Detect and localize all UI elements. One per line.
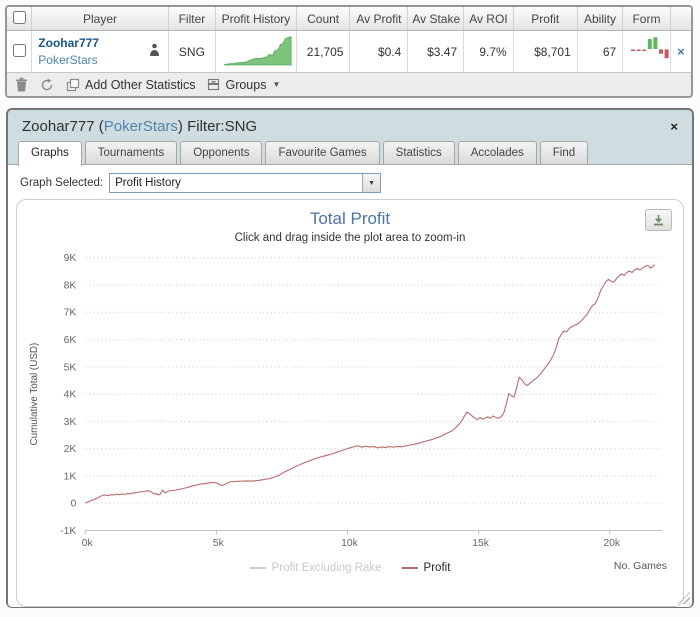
svg-text:6K: 6K [64, 335, 77, 346]
remove-row-button[interactable]: × [677, 44, 685, 59]
profit-history-sparkline [224, 35, 292, 66]
profit-history-cell [215, 30, 297, 73]
legend-profit[interactable]: Profit [401, 562, 451, 574]
col-ability[interactable]: Ability [577, 7, 624, 31]
tab-bar: Graphs Tournaments Opponents Favourite G… [8, 141, 692, 166]
form-mini-chart [631, 37, 669, 59]
svg-text:4K: 4K [64, 390, 77, 401]
av-profit-cell: $0.4 [349, 30, 409, 73]
av-roi-cell: 9.7% [463, 30, 514, 73]
delete-button[interactable] [15, 77, 28, 92]
player-site-link[interactable]: PokerStars [38, 53, 99, 67]
legend-swatch-rake [249, 567, 266, 569]
svg-text:1K: 1K [64, 471, 77, 482]
player-name-link[interactable]: Zoohar777 [38, 36, 99, 50]
tab-favourite-games[interactable]: Favourite Games [265, 141, 380, 164]
svg-text:5k: 5k [213, 538, 225, 549]
svg-text:5K: 5K [64, 362, 77, 373]
trash-icon [16, 77, 27, 92]
ability-cell: 67 [577, 30, 624, 73]
col-profit[interactable]: Profit [513, 7, 578, 31]
player-cell-names: Zoohar777 PokerStars [38, 36, 99, 67]
select-all-checkbox[interactable] [12, 10, 26, 24]
svg-text:20k: 20k [603, 538, 621, 549]
svg-text:15k: 15k [472, 538, 490, 549]
count-cell: 21,705 [296, 30, 351, 73]
tab-tournaments[interactable]: Tournaments [84, 141, 178, 164]
screen: Player Filter Profit History Count Av Pr… [0, 0, 700, 617]
svg-text:Cumulative Total (USD): Cumulative Total (USD) [29, 343, 40, 446]
groups-button[interactable]: Groups ▼ [207, 78, 280, 92]
refresh-icon [41, 78, 53, 90]
player-summary-panel: Player Filter Profit History Count Av Pr… [5, 5, 693, 98]
tab-find[interactable]: Find [539, 141, 589, 164]
col-player[interactable]: Player [31, 7, 169, 31]
chart-subtitle: Click and drag inside the plot area to z… [234, 232, 466, 244]
table-toolbar: Add Other Statistics Groups ▼ [7, 73, 691, 96]
col-av-profit[interactable]: Av Profit [349, 7, 409, 31]
groups-label: Groups [225, 77, 267, 92]
add-other-statistics-label: Add Other Statistics [85, 77, 196, 92]
svg-text:8K: 8K [64, 280, 77, 291]
export-chart-button[interactable] [645, 209, 672, 231]
col-remove [670, 7, 691, 31]
download-icon [654, 214, 663, 225]
av-stake-cell: $3.47 [407, 30, 465, 73]
col-av-stake[interactable]: Av Stake [407, 7, 465, 31]
caret-down-icon: ▼ [272, 80, 281, 89]
chart-legend: Profit Excluding Rake Profit No. Games [17, 558, 683, 578]
close-window-button[interactable]: × [666, 120, 682, 133]
refresh-button[interactable] [40, 78, 54, 92]
col-profit-history[interactable]: Profit History [215, 7, 297, 31]
groups-icon [208, 78, 220, 91]
graph-select-row: Graph Selected: Profit History ▼ [8, 165, 692, 198]
player-table: Player Filter Profit History Count Av Pr… [7, 7, 691, 73]
title-player: Zoohar777 ( [22, 118, 104, 135]
copy-add-icon [66, 78, 80, 91]
svg-text:2K: 2K [64, 444, 77, 455]
row-checkbox[interactable] [13, 43, 26, 57]
col-count[interactable]: Count [296, 7, 351, 31]
legend-label-rake: Profit Excluding Rake [271, 562, 382, 574]
col-av-roi[interactable]: Av ROI [463, 7, 514, 31]
svg-text:10k: 10k [341, 538, 359, 549]
title-site-link[interactable]: PokerStars [104, 118, 178, 135]
legend-swatch-profit [401, 567, 418, 569]
svg-text:0k: 0k [82, 538, 94, 549]
legend-label-profit: Profit [423, 562, 451, 574]
svg-text:-1K: -1K [60, 526, 76, 537]
window-title: Zoohar777 (PokerStars) Filter:SNG [22, 118, 257, 135]
popup-content: Graph Selected: Profit History ▼ Total P… [8, 164, 692, 607]
graph-type-select[interactable]: Profit History ▼ [109, 173, 382, 193]
select-dropdown-arrow-icon[interactable]: ▼ [362, 174, 381, 192]
x-axis-title: No. Games [613, 560, 667, 572]
table-header-row: Player Filter Profit History Count Av Pr… [7, 7, 691, 31]
svg-text:9K: 9K [64, 253, 77, 264]
col-form[interactable]: Form [622, 7, 671, 31]
add-other-statistics-button[interactable]: Add Other Statistics [66, 78, 195, 92]
player-detail-window: Zoohar777 (PokerStars) Filter:SNG × Grap… [6, 108, 694, 608]
tab-graphs[interactable]: Graphs [18, 141, 82, 166]
chart-title: Total Profit [309, 209, 391, 228]
player-note-icon[interactable] [149, 43, 160, 60]
title-filter: ) Filter:SNG [177, 118, 258, 135]
chart-panel: Total Profit Click and drag inside the p… [16, 199, 684, 607]
profit-cell: $8,701 [513, 30, 578, 73]
tab-opponents[interactable]: Opponents [180, 141, 263, 164]
svg-text:7K: 7K [64, 308, 77, 319]
graph-selected-label: Graph Selected: [20, 177, 104, 189]
graph-type-select-value: Profit History [115, 177, 181, 189]
svg-text:3K: 3K [64, 417, 77, 428]
col-filter[interactable]: Filter [168, 7, 217, 31]
filter-cell: SNG [168, 30, 217, 73]
svg-text:0: 0 [71, 499, 77, 510]
tab-statistics[interactable]: Statistics [382, 141, 455, 164]
window-titlebar: Zoohar777 (PokerStars) Filter:SNG × [8, 110, 692, 141]
form-cell [622, 30, 671, 73]
legend-profit-excluding-rake[interactable]: Profit Excluding Rake [249, 562, 382, 574]
player-row: Zoohar777 PokerStars SNG 21,705 $0.4 $3.… [7, 30, 691, 73]
profit-chart[interactable]: 9K 8K 7K 6K 5K 4K 3K 2K 1K 0 -1K 0k 5k 10k 15k 20k Cumul… [22, 246, 678, 558]
tab-accolades[interactable]: Accolades [457, 141, 537, 164]
